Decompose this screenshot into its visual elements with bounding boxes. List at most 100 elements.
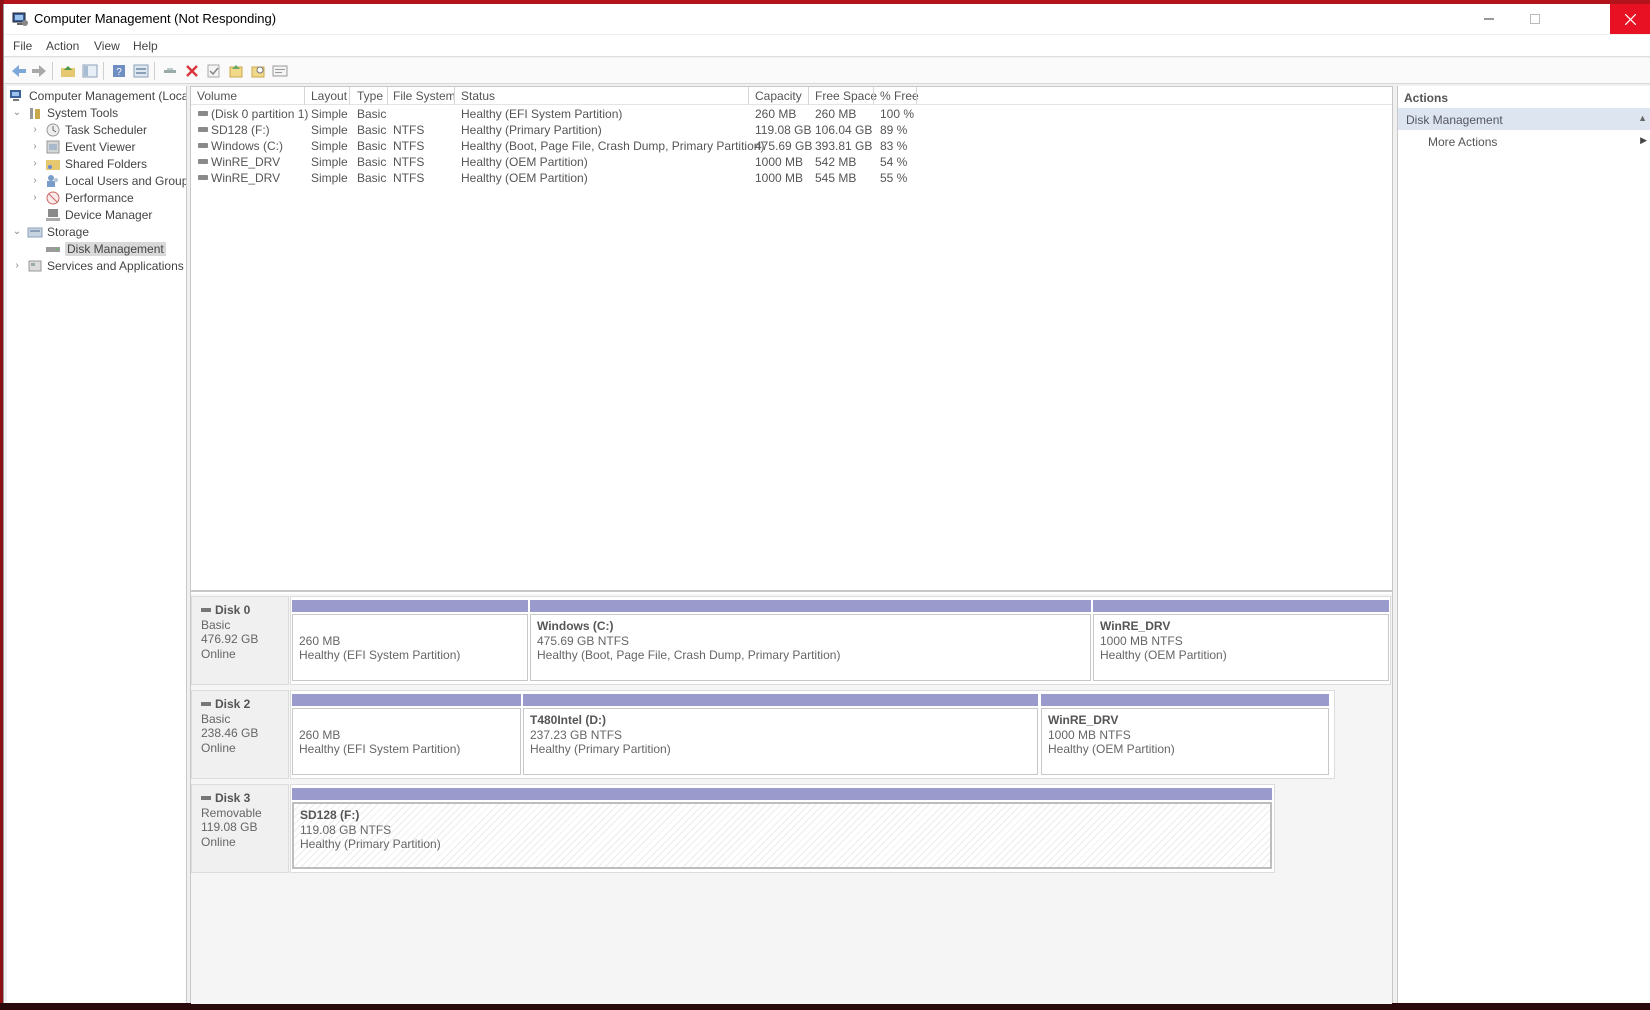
tree-item-local-users[interactable]: › Local Users and Groups bbox=[29, 172, 186, 189]
actions-section-disk-management[interactable]: Disk Management ▲ bbox=[1398, 108, 1650, 130]
connect-icon[interactable] bbox=[161, 62, 179, 80]
chevron-down-icon[interactable]: ⌄ bbox=[11, 107, 23, 118]
partition[interactable]: Windows (C:) 475.69 GB NTFS Healthy (Boo… bbox=[530, 600, 1091, 681]
list-icon[interactable] bbox=[271, 62, 289, 80]
disk-info[interactable]: Disk 0 Basic 476.92 GB Online bbox=[191, 596, 289, 685]
delete-icon[interactable] bbox=[183, 62, 201, 80]
tree-item-shared-folders[interactable]: › Shared Folders bbox=[29, 155, 147, 172]
export-icon[interactable] bbox=[227, 62, 245, 80]
minimize-button[interactable] bbox=[1466, 4, 1512, 34]
disk-info[interactable]: Disk 2 Basic 238.46 GB Online bbox=[191, 690, 289, 779]
partition[interactable]: WinRE_DRV 1000 MB NTFS Healthy (OEM Part… bbox=[1041, 694, 1329, 775]
partition-size: 237.23 GB NTFS bbox=[530, 727, 623, 742]
check-icon[interactable] bbox=[205, 62, 223, 80]
partition[interactable]: 260 MB Healthy (EFI System Partition) bbox=[292, 600, 528, 681]
tree-item-device-manager[interactable]: Device Manager bbox=[45, 206, 152, 223]
column-divider[interactable] bbox=[387, 87, 388, 105]
cell-percent-free: 54 % bbox=[880, 155, 908, 169]
disk-size: 476.92 GB bbox=[201, 632, 259, 646]
col-status[interactable]: Status bbox=[461, 89, 495, 103]
col-free-space[interactable]: Free Space bbox=[815, 89, 877, 103]
partition[interactable]: 260 MB Healthy (EFI System Partition) bbox=[292, 694, 521, 775]
col-layout[interactable]: Layout bbox=[311, 89, 347, 103]
cell-free-space: 545 MB bbox=[815, 171, 857, 185]
volume-row[interactable]: WinRE_DRV Simple Basic NTFS Healthy (OEM… bbox=[191, 170, 1392, 186]
chevron-down-icon[interactable]: ⌄ bbox=[11, 226, 23, 237]
col-percent-free[interactable]: % Free bbox=[880, 89, 919, 103]
column-divider[interactable] bbox=[873, 87, 874, 105]
volume-row[interactable]: SD128 (F:) Simple Basic NTFS Healthy (Pr… bbox=[191, 122, 1392, 138]
tree-item-services-and-applications[interactable]: › Services and Applications bbox=[11, 257, 183, 274]
pane-splitter[interactable] bbox=[191, 590, 1392, 592]
menu-action[interactable]: Action bbox=[46, 39, 79, 53]
more-actions-item[interactable]: More Actions ▶ bbox=[1398, 132, 1650, 152]
up-folder-icon[interactable] bbox=[59, 62, 77, 80]
chevron-right-icon[interactable]: › bbox=[29, 175, 41, 186]
column-divider[interactable] bbox=[916, 87, 917, 105]
col-volume[interactable]: Volume bbox=[197, 89, 237, 103]
disk-row-3[interactable]: Disk 3 Removable 119.08 GB Online SD128 … bbox=[191, 784, 1275, 873]
tree-item-storage[interactable]: ⌄ Storage bbox=[11, 223, 89, 240]
tree-item-task-scheduler[interactable]: › Task Scheduler bbox=[29, 121, 147, 138]
collapse-icon[interactable]: ▲ bbox=[1638, 113, 1647, 123]
cell-status: Healthy (EFI System Partition) bbox=[461, 107, 623, 121]
chevron-right-icon[interactable]: › bbox=[11, 260, 23, 271]
partition-bar bbox=[292, 600, 528, 612]
disk-row-2[interactable]: Disk 2 Basic 238.46 GB Online 260 MB Hea… bbox=[191, 690, 1335, 779]
disk-name: Disk 2 bbox=[215, 697, 251, 711]
disk-row-0[interactable]: Disk 0 Basic 476.92 GB Online 260 MB Hea… bbox=[191, 596, 1391, 685]
computer-management-icon bbox=[9, 89, 25, 103]
column-divider[interactable] bbox=[454, 87, 455, 105]
window-title: Computer Management (Not Responding) bbox=[34, 11, 277, 26]
volume-row[interactable]: Windows (C:) Simple Basic NTFS Healthy (… bbox=[191, 138, 1392, 154]
tree-label: Shared Folders bbox=[65, 156, 148, 171]
col-type[interactable]: Type bbox=[357, 89, 383, 103]
chevron-right-icon[interactable]: › bbox=[29, 158, 41, 169]
chevron-right-icon[interactable]: › bbox=[29, 124, 41, 135]
column-divider[interactable] bbox=[349, 87, 350, 105]
search-icon[interactable] bbox=[249, 62, 267, 80]
cell-capacity: 260 MB bbox=[755, 107, 797, 121]
close-button[interactable] bbox=[1610, 4, 1650, 34]
forward-arrow-icon[interactable] bbox=[30, 62, 48, 80]
column-divider[interactable] bbox=[748, 87, 749, 105]
chevron-right-icon[interactable]: › bbox=[29, 141, 41, 152]
partition-status: Healthy (EFI System Partition) bbox=[299, 648, 461, 662]
maximize-button[interactable] bbox=[1512, 4, 1558, 34]
show-hide-tree-icon[interactable] bbox=[81, 62, 99, 80]
column-divider[interactable] bbox=[808, 87, 809, 105]
partition-size: 475.69 GB NTFS bbox=[537, 633, 630, 648]
menu-file[interactable]: File bbox=[13, 39, 32, 53]
cell-status: Healthy (Boot, Page File, Crash Dump, Pr… bbox=[461, 139, 765, 153]
menu-view[interactable]: View bbox=[94, 39, 120, 53]
partition[interactable]: T480Intel (D:) 237.23 GB NTFS Healthy (P… bbox=[523, 694, 1038, 775]
col-file-system[interactable]: File System bbox=[393, 89, 456, 103]
partition-body: WinRE_DRV 1000 MB NTFS Healthy (OEM Part… bbox=[1093, 614, 1389, 681]
volume-row[interactable]: (Disk 0 partition 1) Simple Basic Health… bbox=[191, 106, 1392, 122]
chevron-right-icon[interactable]: › bbox=[29, 192, 41, 203]
tree-label: Task Scheduler bbox=[65, 122, 148, 137]
cell-layout: Simple bbox=[311, 155, 348, 169]
column-divider[interactable] bbox=[304, 87, 305, 105]
menu-help[interactable]: Help bbox=[133, 39, 158, 53]
col-capacity[interactable]: Capacity bbox=[755, 89, 802, 103]
tree-item-disk-management[interactable]: Disk Management bbox=[45, 240, 166, 257]
tree-label: Device Manager bbox=[65, 207, 153, 222]
actions-header: Actions bbox=[1398, 86, 1650, 108]
tree-item-performance[interactable]: › Performance bbox=[29, 189, 133, 206]
cell-type: Basic bbox=[357, 139, 387, 153]
back-arrow-icon[interactable] bbox=[10, 62, 28, 80]
help-icon[interactable]: ? bbox=[110, 62, 128, 80]
cell-capacity: 475.69 GB bbox=[755, 139, 813, 153]
tree-item-system-tools[interactable]: ⌄ System Tools bbox=[11, 104, 118, 121]
cell-free-space: 393.81 GB bbox=[815, 139, 873, 153]
tree-item-event-viewer[interactable]: › Event Viewer bbox=[29, 138, 135, 155]
actions-section-label: Disk Management bbox=[1406, 113, 1503, 127]
disk-info[interactable]: Disk 3 Removable 119.08 GB Online bbox=[191, 784, 289, 873]
volume-row[interactable]: WinRE_DRV Simple Basic NTFS Healthy (OEM… bbox=[191, 154, 1392, 170]
title-bar[interactable]: Computer Management (Not Responding) bbox=[4, 4, 1650, 34]
partition[interactable]: WinRE_DRV 1000 MB NTFS Healthy (OEM Part… bbox=[1093, 600, 1389, 681]
properties-icon[interactable] bbox=[132, 62, 150, 80]
tree-item-computer-management[interactable]: Computer Management (Local bbox=[9, 87, 186, 104]
partition[interactable]: SD128 (F:) 119.08 GB NTFS Healthy (Prima… bbox=[292, 788, 1272, 869]
